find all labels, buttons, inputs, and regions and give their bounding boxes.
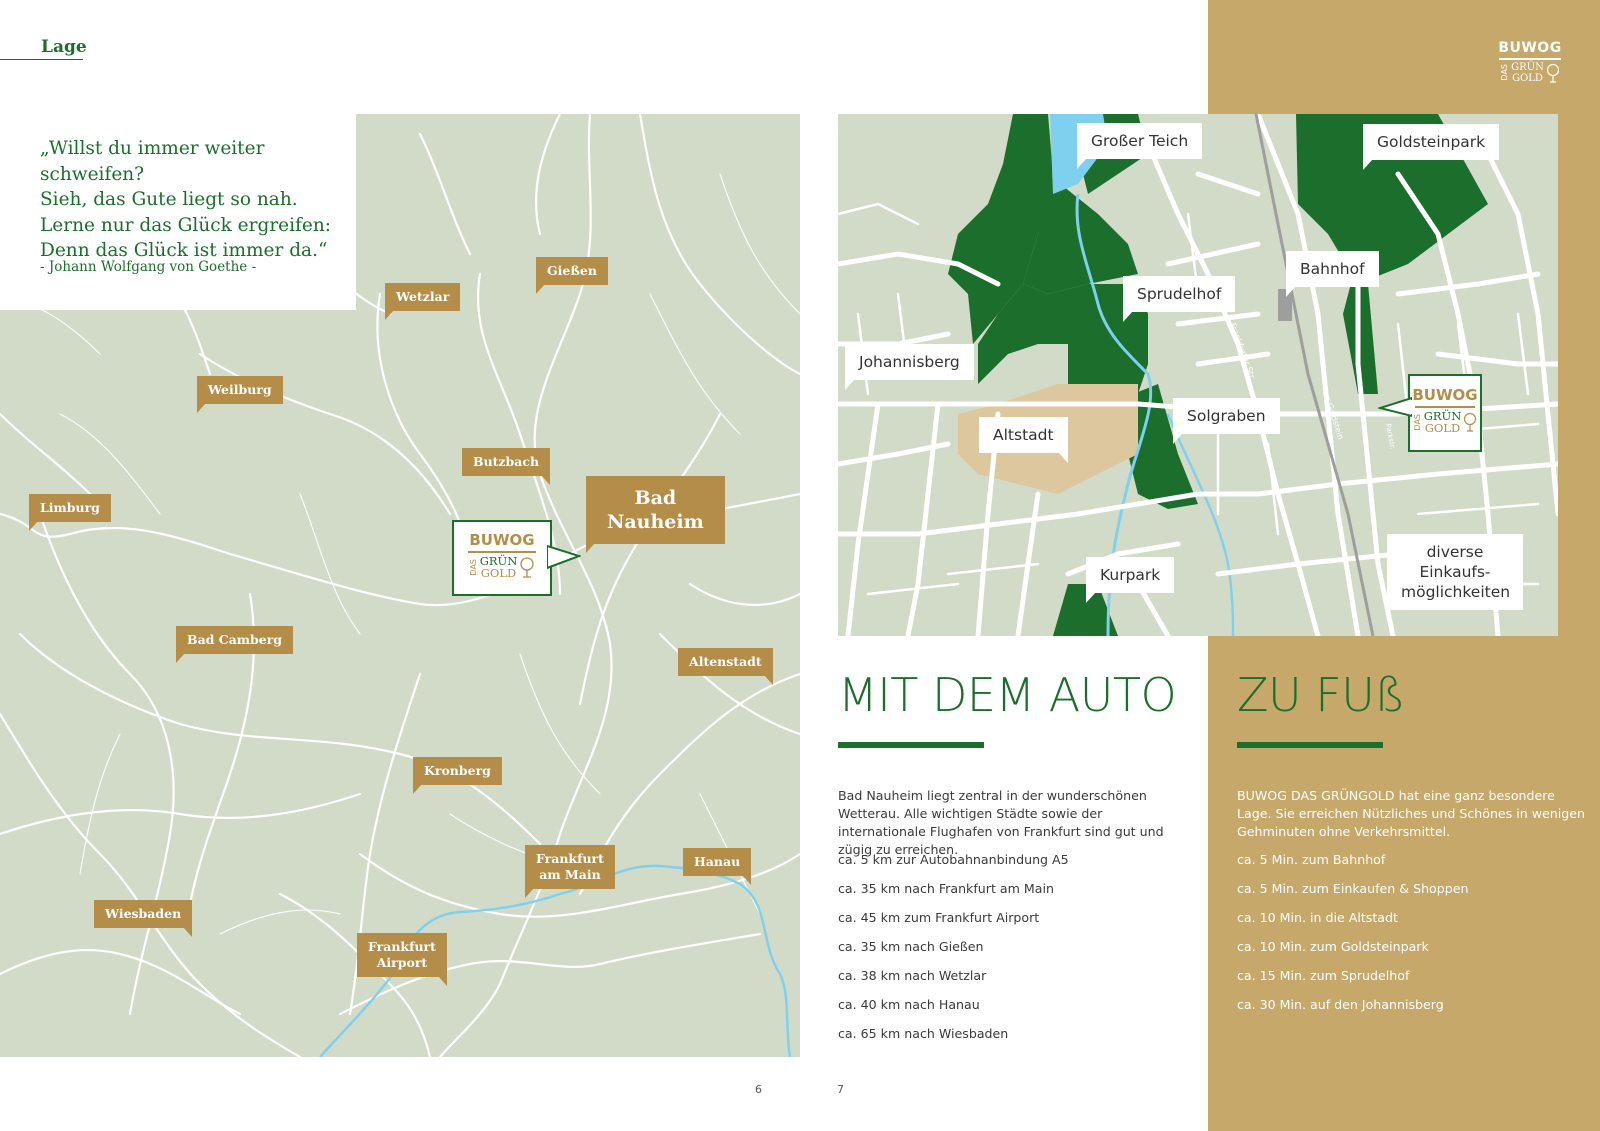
list-item: ca. 30 Min. auf den Johannisberg: [1237, 997, 1444, 1012]
page-number-right: 7: [837, 1083, 844, 1096]
list-item: ca. 15 Min. zum Sprudelhof: [1237, 968, 1410, 983]
tree-icon: [1546, 63, 1559, 83]
town-tag-kronberg[interactable]: Kronberg: [413, 757, 502, 794]
town-tag-hanau[interactable]: Hanau: [683, 848, 752, 885]
stream: [1166, 413, 1235, 636]
quote-author: - Johann Wolfgang von Goethe -: [40, 259, 257, 275]
foot-intro: BUWOG DAS GRÜNGOLD hat eine ganz besonde…: [1237, 788, 1585, 839]
buwog-marker-region[interactable]: BUWOG DAS GRÜN GOLD: [452, 520, 552, 596]
place-tag-shops[interactable]: diverse Einkaufs- möglichkeiten: [1387, 534, 1523, 610]
corner-logo-gold: GOLD: [1512, 72, 1543, 84]
list-item: ca. 10 Min. in die Altstadt: [1237, 910, 1398, 925]
place-tag-kurpark[interactable]: Kurpark: [1086, 557, 1175, 603]
town-tag-weilburg[interactable]: Weilburg: [197, 376, 283, 413]
place-tag-grosser-teich[interactable]: Großer Teich: [1077, 123, 1203, 169]
town-tag-bad-nauheim[interactable]: Bad Nauheim: [586, 476, 725, 553]
foot-heading-bar: [1237, 742, 1383, 748]
town-tag-frankfurt[interactable]: Frankfurt am Main: [525, 845, 615, 898]
street-label-1: Frankfurter Str.: [1228, 322, 1257, 382]
corner-logo-gruen: GRÜN: [1511, 61, 1544, 73]
buwog-marker-city[interactable]: BUWOG DAS GRÜN GOLD: [1408, 374, 1482, 452]
list-item: ca. 65 km nach Wiesbaden: [838, 1026, 1009, 1041]
list-item: ca. 38 km nach Wetzlar: [838, 968, 987, 983]
car-intro: Bad Nauheim liegt zentral in der wunders…: [838, 788, 1164, 857]
town-tag-bad-camberg[interactable]: Bad Camberg: [176, 626, 294, 663]
list-item: ca. 40 km nach Hanau: [838, 997, 980, 1012]
buwog-city-pointer: [1378, 396, 1412, 418]
place-tag-johannisberg[interactable]: Johannisberg: [845, 344, 974, 390]
buwog-marker-rule: [1415, 406, 1475, 408]
list-item: ca. 10 Min. zum Goldsteinpark: [1237, 939, 1429, 954]
city-map[interactable]: Frankfurter Str. Am Goldstein Parkstr. G…: [838, 114, 1558, 636]
town-tag-limburg[interactable]: Limburg: [29, 494, 111, 531]
corner-logo-brand: BUWOG: [1498, 40, 1562, 56]
list-item: ca. 35 km nach Gießen: [838, 939, 984, 954]
list-item: ca. 5 Min. zum Bahnhof: [1237, 852, 1386, 867]
buwog-marker-rule: [468, 551, 536, 553]
tree-icon: [1464, 412, 1477, 432]
corner-logo-das: DAS: [1500, 64, 1510, 81]
town-tag-giessen[interactable]: Gießen: [536, 257, 608, 294]
page-number-left: 6: [755, 1083, 762, 1096]
list-item: ca. 5 km zur Autobahnanbindung A5: [838, 852, 1069, 867]
town-tag-frankfurt-airport[interactable]: Frankfurt Airport: [357, 933, 447, 986]
corner-logo-rule: [1499, 58, 1561, 60]
street-label-3: Parkstr.: [1384, 423, 1396, 450]
town-tag-wetzlar[interactable]: Wetzlar: [385, 283, 461, 320]
goethe-quote: „Willst du immer weiter schweifen? Sieh,…: [40, 138, 331, 261]
foot-heading: ZU FUß: [1237, 668, 1406, 722]
car-distance-list: ca. 5 km zur Autobahnanbindung A5 ca. 35…: [838, 852, 1069, 1055]
town-tag-butzbach[interactable]: Butzbach: [462, 448, 551, 485]
list-item: ca. 35 km nach Frankfurt am Main: [838, 881, 1054, 896]
list-item: ca. 45 km zum Frankfurt Airport: [838, 910, 1040, 925]
place-tag-bahnhof[interactable]: Bahnhof: [1286, 251, 1379, 297]
car-heading: MIT DEM AUTO: [838, 668, 1177, 722]
place-tag-solgraben[interactable]: Solgraben: [1173, 398, 1280, 444]
town-tag-wiesbaden[interactable]: Wiesbaden: [94, 900, 193, 937]
place-tag-sprudelhof[interactable]: Sprudelhof: [1123, 276, 1236, 322]
tree-icon: [520, 557, 534, 578]
place-tag-goldsteinpark[interactable]: Goldsteinpark: [1363, 124, 1500, 170]
place-tag-altstadt[interactable]: Altstadt: [979, 417, 1068, 463]
town-tag-altenstadt[interactable]: Altenstadt: [678, 648, 773, 685]
list-item: ca. 5 Min. zum Einkaufen & Shoppen: [1237, 881, 1469, 896]
section-underline: [0, 59, 83, 60]
section-title: Lage: [41, 37, 87, 57]
corner-logo: BUWOG DAS GRÜN GOLD: [1497, 40, 1563, 84]
car-heading-bar: [838, 742, 984, 748]
buwog-marker-pointer: [547, 544, 581, 570]
foot-distance-list: ca. 5 Min. zum Bahnhof ca. 5 Min. zum Ei…: [1237, 852, 1468, 1026]
